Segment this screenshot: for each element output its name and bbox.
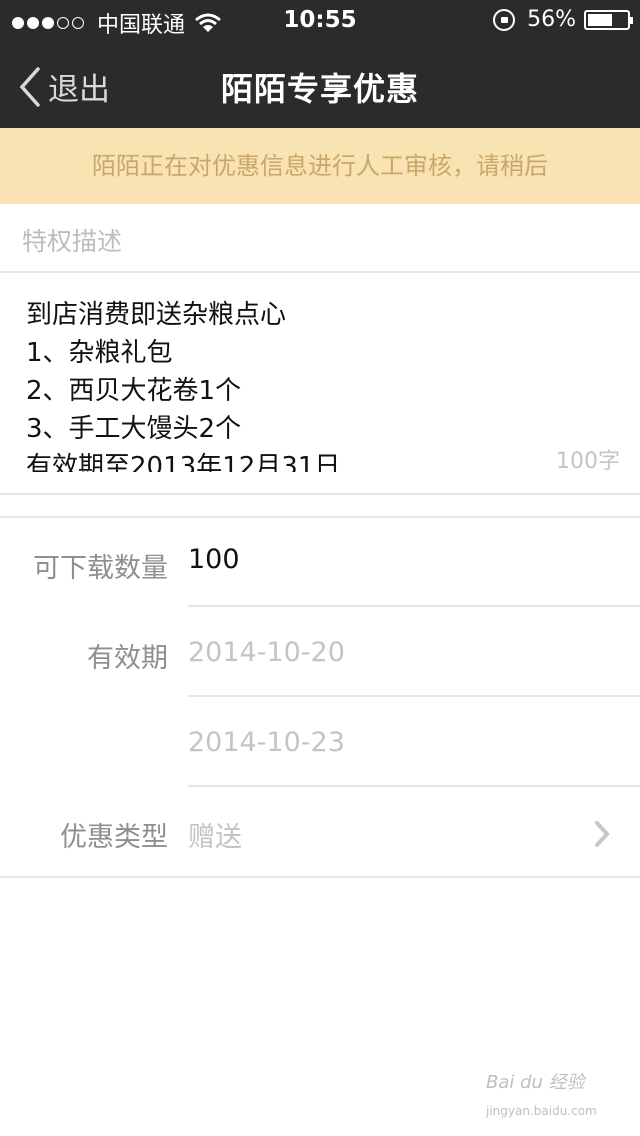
review-notice-banner: 陌陌正在对优惠信息进行人工审核，请稍后 bbox=[0, 128, 640, 204]
watermark-url: jingyan.baidu.com bbox=[486, 1104, 597, 1118]
page: 中国联通 10:55 56% 退出 陌陌专享优惠 陌陌正在对优惠信息进行人工审核… bbox=[0, 0, 640, 1136]
coupon-type-label: 优惠类型 bbox=[60, 822, 168, 853]
top-bar: 中国联通 10:55 56% 退出 陌陌专享优惠 bbox=[0, 0, 640, 128]
description-line: 到店消费即送杂粮点心 bbox=[26, 300, 287, 330]
description-line: 有效期至2013年12月31日 bbox=[26, 452, 341, 472]
status-bar: 中国联通 10:55 56% bbox=[0, 0, 640, 42]
description-line: 1、杂粮礼包 bbox=[26, 338, 173, 368]
validity-label: 有效期 bbox=[87, 643, 168, 674]
battery-icon bbox=[584, 9, 633, 30]
description-textarea[interactable]: 到店消费即送杂粮点心 1、杂粮礼包 2、西贝大花卷1个 3、手工大馒头2个 有效… bbox=[26, 296, 546, 472]
description-line: 3、手工大馒头2个 bbox=[26, 414, 242, 444]
watermark-text: Bai du 经验 bbox=[486, 1072, 585, 1093]
rotation-lock-icon bbox=[493, 8, 516, 31]
divider bbox=[0, 271, 640, 273]
status-right-group: 56% bbox=[493, 7, 633, 32]
divider bbox=[0, 876, 640, 878]
baidu-watermark: Bai du 经验 jingyan.baidu.com bbox=[486, 1068, 606, 1118]
row-divider bbox=[188, 605, 640, 607]
download-quantity-input[interactable]: 100 bbox=[188, 544, 240, 575]
description-line: 2、西贝大花卷1个 bbox=[26, 376, 242, 406]
validity-start-field[interactable]: 2014-10-20 bbox=[188, 637, 345, 668]
divider bbox=[0, 493, 640, 495]
page-title: 陌陌专享优惠 bbox=[220, 70, 419, 108]
validity-end-field[interactable]: 2014-10-23 bbox=[188, 727, 345, 758]
row-divider bbox=[188, 785, 640, 787]
char-counter: 100字 bbox=[556, 449, 620, 474]
battery-percent: 56% bbox=[527, 7, 576, 32]
section-label-description: 特权描述 bbox=[22, 227, 123, 256]
download-quantity-label: 可下载数量 bbox=[33, 553, 168, 584]
row-divider bbox=[188, 695, 640, 697]
divider bbox=[0, 516, 640, 518]
navigation-bar: 退出 陌陌专享优惠 bbox=[0, 42, 640, 128]
coupon-type-select[interactable]: 赠送 bbox=[188, 815, 242, 854]
chevron-right-icon[interactable] bbox=[594, 820, 610, 848]
